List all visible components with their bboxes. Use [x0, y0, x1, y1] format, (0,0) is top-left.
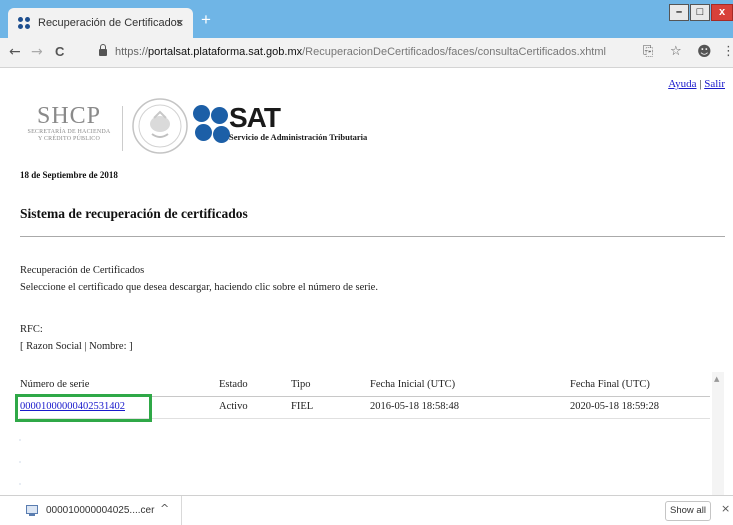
rfc-label: RFC:: [20, 324, 43, 335]
bookmark-star-icon[interactable]: ☆: [670, 44, 682, 60]
new-tab-button[interactable]: +: [201, 11, 211, 28]
certificate-file-icon: [26, 505, 38, 516]
download-item[interactable]: 000010000004025....cer ^: [0, 496, 182, 525]
page-title: Sistema de recuperación de certificados: [20, 206, 248, 221]
forward-arrow-icon[interactable]: →: [31, 44, 43, 60]
address-bar[interactable]: https://portalsat.plataforma.sat.gob.mx/…: [96, 42, 606, 64]
link-separator: |: [699, 78, 702, 90]
section-title: Recuperación de Certificados: [20, 265, 145, 276]
table-scrollbar[interactable]: ▲: [712, 372, 724, 495]
header-tipo: Tipo: [291, 379, 311, 390]
back-arrow-icon[interactable]: ←: [9, 44, 21, 60]
instructions-text: Seleccione el certificado que desea desc…: [20, 282, 378, 293]
sat-logo-text: SAT: [229, 102, 281, 133]
download-file-name: 000010000004025....cer: [46, 505, 155, 516]
empty-row-marker: [19, 439, 21, 441]
exit-link[interactable]: Salir: [704, 78, 725, 90]
header-serial: Número de serie: [20, 379, 90, 390]
tab-close-icon[interactable]: ×: [176, 15, 184, 30]
header-estado: Estado: [219, 379, 248, 390]
cell-fecha-final: 2020-05-18 18:59:28: [570, 401, 659, 412]
scroll-up-arrow-icon[interactable]: ▲: [714, 375, 719, 383]
menu-icon[interactable]: ⋮: [722, 44, 733, 60]
sat-favicon-icon: [18, 17, 31, 30]
highlight-annotation: [15, 394, 152, 422]
window-close-button[interactable]: x: [711, 4, 733, 21]
current-date: 18 de Septiembre de 2018: [20, 170, 118, 180]
translate-icon[interactable]: ⎘: [643, 44, 653, 60]
minimize-button[interactable]: –: [669, 4, 689, 21]
show-all-button[interactable]: Show all: [665, 501, 711, 521]
sat-logo-subtitle: Servicio de Administración Tributaria: [229, 132, 368, 142]
header-fecha-final: Fecha Final (UTC): [570, 379, 650, 390]
profile-icon[interactable]: ☻: [697, 44, 712, 60]
empty-row-marker: [19, 461, 21, 463]
browser-tab[interactable]: Recuperación de Certificados ×: [8, 8, 193, 38]
download-shelf-close-icon[interactable]: ×: [721, 502, 730, 515]
tab-title: Recuperación de Certificados: [38, 17, 183, 29]
title-divider: [20, 236, 725, 237]
razon-social-label: [ Razon Social | Nombre: ]: [20, 341, 133, 352]
reload-icon[interactable]: C: [55, 44, 64, 60]
cell-fecha-inicial: 2016-05-18 18:58:48: [370, 401, 459, 412]
cell-estado: Activo: [219, 401, 248, 412]
browser-toolbar: ← → C https://portalsat.plataforma.sat.g…: [0, 38, 733, 68]
url-text: https://portalsat.plataforma.sat.gob.mx/…: [115, 46, 606, 58]
cell-tipo: FIEL: [291, 401, 314, 412]
page-content: Ayuda | Salir SHCP SECRETARÍA DE HACIEND…: [0, 69, 733, 495]
header-fecha-inicial: Fecha Inicial (UTC): [370, 379, 456, 390]
browser-titlebar: Recuperación de Certificados × + – □ x: [0, 0, 733, 38]
top-links: Ayuda | Salir: [668, 78, 725, 90]
download-shelf: 000010000004025....cer ^ Show all ×: [0, 495, 733, 525]
empty-row-marker: [19, 483, 21, 485]
maximize-button[interactable]: □: [690, 4, 710, 21]
lock-icon: [99, 44, 107, 56]
logo-divider: [122, 106, 123, 151]
shcp-logo: SHCP SECRETARÍA DE HACIENDA Y CRÉDITO PÚ…: [27, 103, 111, 142]
download-options-chevron-icon[interactable]: ^: [160, 502, 169, 515]
sat-logo-mark-icon: [193, 105, 233, 147]
mexico-seal-icon: [132, 98, 188, 154]
help-link[interactable]: Ayuda: [668, 78, 696, 90]
